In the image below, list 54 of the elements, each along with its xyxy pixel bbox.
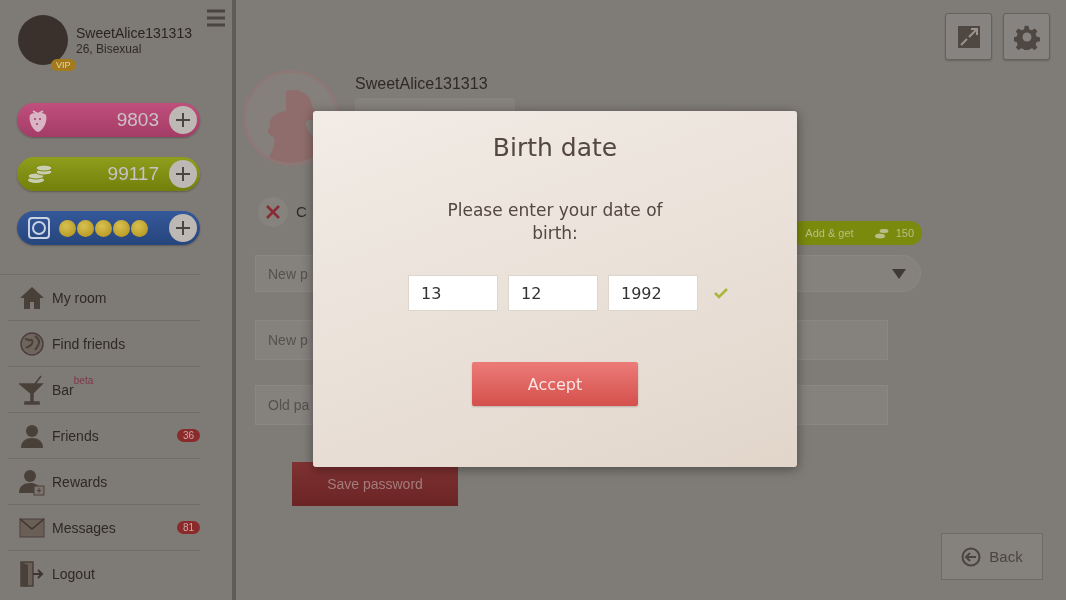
expand-icon: [957, 25, 980, 48]
dialog-title: Birth date: [492, 133, 618, 162]
token-dot: [131, 219, 148, 237]
settings-icon: [1013, 23, 1040, 50]
token-dot: [113, 219, 130, 237]
coins-icon: [27, 163, 53, 185]
back-button[interactable]: Back: [941, 533, 1043, 580]
logout-icon: [18, 559, 46, 588]
house-icon: [19, 284, 45, 311]
add-button[interactable]: [169, 214, 197, 242]
menu-item[interactable]: Messages: [52, 519, 116, 536]
settings-button[interactable]: [1003, 13, 1050, 60]
username: SweetAlice131313: [355, 75, 489, 93]
add-button[interactable]: [169, 106, 197, 134]
date-field[interactable]: 12: [508, 275, 598, 311]
envelope-icon: [19, 517, 45, 538]
beta-tag: beta: [73, 375, 94, 386]
dialog-prompt: Please enter your date of birth:: [446, 199, 664, 245]
dropdown-arrow-icon: [892, 268, 906, 279]
menu-item[interactable]: Find friends: [52, 335, 126, 352]
accept-button[interactable]: Accept: [472, 362, 638, 406]
token-dot: [77, 219, 94, 237]
cancel-label: C: [296, 203, 307, 220]
wrapper-icon: [27, 216, 51, 240]
menu-item[interactable]: Bar: [52, 381, 74, 398]
currency-amount: 9803: [115, 109, 160, 131]
currency-amount: 99117: [106, 163, 160, 185]
person-icon: [20, 422, 44, 449]
token-dot: [59, 219, 76, 237]
cancel-button[interactable]: [258, 197, 288, 227]
add-button[interactable]: [169, 160, 197, 188]
close-icon: [266, 205, 280, 219]
plus-icon: [175, 166, 191, 182]
strawberry-icon: [27, 107, 49, 133]
count-badge: 36: [176, 429, 200, 442]
coins-icon: [873, 227, 890, 239]
username: SweetAlice131313: [76, 25, 192, 41]
menu-item[interactable]: My room: [52, 289, 107, 306]
count-badge: 81: [176, 521, 200, 534]
date-field[interactable]: 13: [408, 275, 498, 311]
menu-item[interactable]: Logout: [52, 565, 95, 582]
vip-badge: VIP: [51, 59, 76, 71]
user-details: 26, Bisexual: [76, 42, 143, 56]
globe-icon: [20, 331, 44, 356]
menu-item[interactable]: Rewards: [52, 473, 108, 490]
date-field[interactable]: 1992: [608, 275, 698, 311]
plus-icon: [175, 220, 191, 236]
menu-icon[interactable]: [206, 8, 226, 28]
fullscreen-button[interactable]: [945, 13, 992, 60]
token-dot: [95, 219, 112, 237]
person-award-icon: [19, 467, 45, 496]
cocktail-icon: [19, 374, 45, 405]
plus-icon: [175, 112, 191, 128]
menu-item[interactable]: Friends: [52, 427, 99, 444]
